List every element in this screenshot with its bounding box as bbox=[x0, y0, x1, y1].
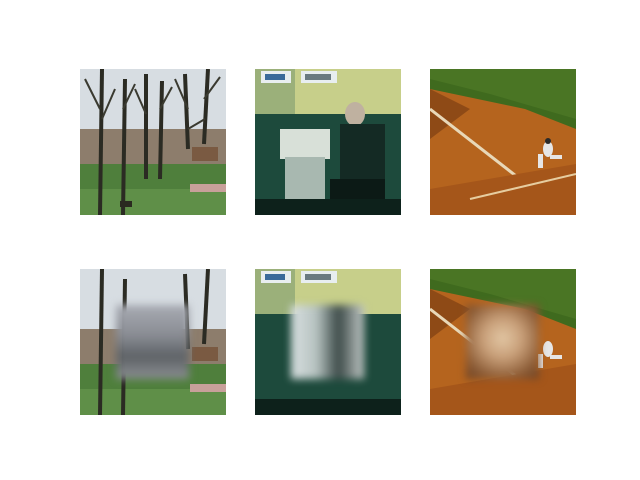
inpainted-region bbox=[291, 305, 364, 379]
desk-scene bbox=[255, 69, 401, 215]
inpainted-desk-image bbox=[255, 269, 401, 415]
inpainted-park-image bbox=[80, 269, 226, 415]
inpainted-baseball-image bbox=[430, 269, 576, 415]
original-desk-image bbox=[255, 69, 401, 215]
original-park-image bbox=[80, 69, 226, 215]
inpainted-region bbox=[116, 305, 189, 379]
park-scene bbox=[80, 69, 226, 215]
baseball-scene bbox=[430, 69, 576, 215]
inpainted-region bbox=[466, 305, 539, 379]
original-baseball-image bbox=[430, 69, 576, 215]
